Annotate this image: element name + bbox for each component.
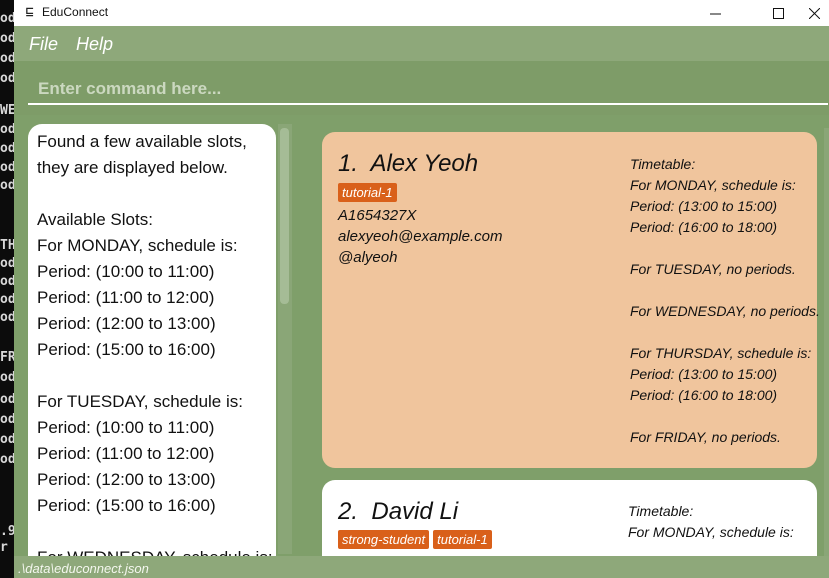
terminal-text-fragment: od [0,412,14,427]
result-line: For TUESDAY, schedule is: [37,392,243,411]
terminal-text-fragment: od [0,256,14,271]
timetable-line: Timetable: [630,156,696,172]
person-list-scrollbar[interactable] [824,128,829,558]
result-line: Period: (12:00 to 13:00) [37,470,216,489]
menu-file[interactable]: File [29,34,58,55]
timetable-line [630,322,820,343]
terminal-text-fragment: od [0,452,14,467]
app-icon: ⊑ [25,5,35,18]
terminal-text-fragment: r [0,540,8,555]
result-line: Period: (11:00 to 12:00) [37,288,215,307]
result-text: Found a few available slots, they are dis… [37,129,273,564]
minimize-icon [709,13,721,14]
title-bar: ⊑ EduConnect [14,0,829,26]
result-line: they are displayed below. [37,158,228,177]
terminal-text-fragment: od [0,432,14,447]
timetable-line: Timetable: [628,503,694,519]
timetable-line [630,406,820,427]
person-student-id: A1654327X [338,207,417,224]
maximize-button[interactable] [755,0,801,26]
timetable-line [630,280,820,301]
terminal-text-fragment: od [0,274,14,289]
result-scrollbar-thumb[interactable] [280,128,289,304]
tag-badge: tutorial-1 [338,183,397,202]
terminal-text-fragment: TH [0,238,14,253]
menu-bar: File Help [14,26,829,61]
result-line [37,363,273,389]
person-telegram: @alyeoh [338,249,398,266]
person-timetable: Timetable: For MONDAY, schedule is: [628,501,794,543]
background-terminal: od od od od WE od od od od TH od od od od FR od od od od od… [0,0,14,578]
result-line [37,181,273,207]
person-tags: strong-student tutorial-1 [338,530,492,549]
close-button[interactable] [799,0,829,26]
terminal-text-fragment: od [0,11,14,26]
timetable-line: For WEDNESDAY, no periods. [630,303,820,319]
terminal-text-fragment: od [0,31,14,46]
person-tags: tutorial-1 [338,183,397,202]
terminal-text-fragment: od [0,71,14,86]
terminal-text-fragment: od [0,392,14,407]
timetable-line [630,238,820,259]
minimize-button[interactable] [692,0,738,26]
terminal-text-fragment: od [0,292,14,307]
status-bar: .\data\educonnect.json [14,556,829,578]
menu-help[interactable]: Help [76,34,113,55]
terminal-text-fragment: od [0,310,14,325]
person-name-text: David Li [371,498,459,525]
timetable-line: For MONDAY, schedule is: [630,177,796,193]
maximize-icon [772,7,784,19]
person-name: 2. David Li [338,498,458,526]
result-display[interactable]: Found a few available slots, they are dis… [28,124,276,564]
result-line: Period: (12:00 to 13:00) [37,314,216,333]
command-bar [14,61,829,115]
terminal-text-fragment: .9 [0,524,14,539]
person-index: 2. [338,498,359,525]
window-title: EduConnect [42,5,109,19]
result-line: Period: (10:00 to 11:00) [37,262,215,281]
status-file-path: .\data\educonnect.json [18,561,149,576]
terminal-text-fragment: od [0,122,14,137]
timetable-line: For THURSDAY, schedule is: [630,345,812,361]
terminal-text-fragment: od [0,141,14,156]
close-icon [808,7,820,19]
command-input[interactable] [28,75,828,105]
terminal-text-fragment: od [0,51,14,66]
person-name: 1. Alex Yeoh [338,150,478,178]
result-line: Period: (10:00 to 11:00) [37,418,215,437]
terminal-text-fragment: od [0,370,14,385]
timetable-line: Period: (13:00 to 15:00) [630,366,778,382]
person-index: 1. [338,150,359,177]
timetable-line: Period: (16:00 to 18:00) [630,387,778,403]
result-line: Found a few available slots, [37,132,247,151]
person-email: alexyeoh@example.com [338,228,503,245]
result-line: Period: (11:00 to 12:00) [37,444,215,463]
person-name-text: Alex Yeoh [370,150,479,177]
person-timetable: Timetable: For MONDAY, schedule is: Period… [630,154,820,448]
terminal-text-fragment: od [0,160,14,175]
timetable-line: For TUESDAY, no periods. [630,261,796,277]
result-line: Available Slots: [37,210,153,229]
timetable-line: For FRIDAY, no periods. [630,429,781,445]
timetable-line: Period: (16:00 to 18:00) [630,219,778,235]
terminal-text-fragment: od [0,178,14,193]
tag-badge: strong-student [338,530,430,549]
tag-badge: tutorial-1 [433,530,492,549]
person-card-1[interactable]: 1. Alex Yeoh tutorial-1 A1654327X alexye… [322,132,820,468]
result-line: Period: (15:00 to 16:00) [37,340,216,359]
timetable-line: For MONDAY, schedule is: [628,524,794,540]
timetable-line: Period: (13:00 to 15:00) [630,198,778,214]
terminal-text-fragment: WE [0,103,14,118]
app-window: ⊑ EduConnect File Help Found a few avail… [14,0,829,578]
result-line: Period: (15:00 to 16:00) [37,496,216,515]
terminal-text-fragment: FR [0,350,14,365]
result-line: For MONDAY, schedule is: [37,236,238,255]
result-line [37,519,273,545]
